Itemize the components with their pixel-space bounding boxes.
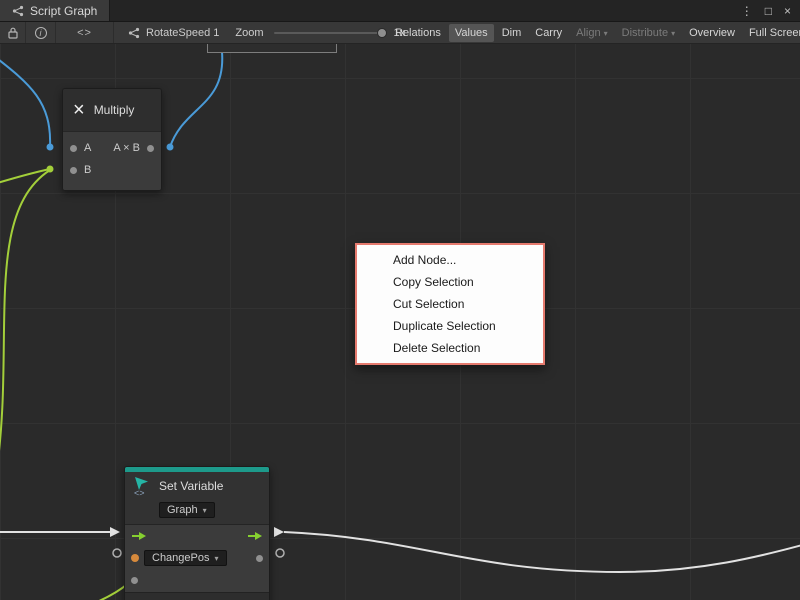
menu-item-copy-selection[interactable]: Copy Selection [357, 271, 543, 293]
align-label: Align [576, 25, 600, 42]
node-title: Multiply [94, 103, 135, 117]
variable-input-port[interactable] [131, 554, 139, 562]
title-bar: Script Graph ⋮ □ × [0, 0, 800, 22]
code-icon: <> [77, 27, 92, 39]
window-controls: ⋮ □ × [741, 0, 800, 21]
relations-button[interactable]: Relations [389, 24, 447, 42]
value-input-row [125, 569, 269, 591]
fullscreen-button[interactable]: Full Screen [743, 24, 800, 42]
flow-in-arrow-icon[interactable] [131, 531, 147, 541]
node-header[interactable]: × Multiply [63, 89, 161, 131]
lock-button[interactable] [0, 22, 26, 43]
context-menu: Add Node... Copy Selection Cut Selection… [355, 243, 545, 365]
port-label-a: A [84, 142, 91, 154]
node-header[interactable]: <> Set Variable [125, 472, 269, 498]
port-dot [47, 166, 54, 173]
node-set-variable[interactable]: <> Set Variable Graph ▾ [124, 466, 270, 600]
flow-arrowhead [274, 527, 284, 537]
set-variable-icon: <> [132, 475, 152, 497]
align-button[interactable]: Align ▾ [570, 24, 613, 42]
code-view-button[interactable]: <> [56, 22, 114, 43]
variable-output-port[interactable] [256, 555, 263, 562]
variable-value-row: ChangePos ▾ [125, 547, 269, 569]
value-port-circle [113, 549, 121, 557]
variable-name: ChangePos [152, 552, 210, 564]
graph-icon [128, 27, 140, 39]
variable-dropdown[interactable]: ChangePos ▾ [144, 550, 227, 566]
node-fragment-top[interactable] [207, 44, 337, 53]
lock-icon [8, 27, 18, 39]
value-port-circle [276, 549, 284, 557]
script-graph-window: Script Graph ⋮ □ × i <> [0, 0, 800, 600]
distribute-button[interactable]: Distribute ▾ [616, 24, 681, 42]
port-label-result: A × B [113, 142, 140, 154]
chevron-down-icon: ▾ [604, 25, 608, 42]
flow-arrowhead [110, 527, 120, 537]
output-port-result[interactable] [147, 145, 154, 152]
dim-button[interactable]: Dim [496, 24, 528, 42]
toolbar-buttons: Relations Values Dim Carry Align ▾ Distr… [388, 22, 800, 44]
graph-toolbar: i <> RotateSpeed 1 Zoom 1x Relations Val… [0, 22, 800, 44]
port-label-b: B [84, 164, 91, 176]
wire-blue-top [170, 52, 222, 147]
port-dot [47, 144, 54, 151]
port-dot [167, 144, 174, 151]
wire-green-left [0, 169, 50, 184]
multiply-icon: × [73, 100, 85, 120]
distribute-label: Distribute [622, 25, 668, 42]
node-multiply[interactable]: × Multiply A A × B B [62, 88, 162, 191]
flow-out-arrow-icon[interactable] [247, 531, 263, 541]
svg-text:<>: <> [134, 488, 145, 497]
menu-item-cut-selection[interactable]: Cut Selection [357, 293, 543, 315]
maximize-icon[interactable]: □ [765, 4, 772, 18]
input-port-a[interactable] [70, 145, 77, 152]
graph-name: RotateSpeed 1 [146, 27, 219, 39]
close-icon[interactable]: × [784, 4, 791, 18]
port-row-a: A A × B [63, 137, 161, 159]
port-row-b: B [63, 159, 161, 181]
wire-blue-left [0, 56, 50, 147]
scope-dropdown[interactable]: Graph ▾ [159, 502, 215, 518]
value-input-port[interactable] [131, 577, 138, 584]
graph-icon [12, 5, 24, 17]
zoom-slider[interactable] [274, 32, 384, 34]
menu-item-delete-selection[interactable]: Delete Selection [357, 337, 543, 359]
values-button[interactable]: Values [449, 24, 494, 42]
menu-item-duplicate-selection[interactable]: Duplicate Selection [357, 315, 543, 337]
menu-item-add-node[interactable]: Add Node... [357, 249, 543, 271]
info-icon: i [35, 27, 47, 39]
node-footer [125, 592, 269, 600]
flow-port-row [125, 525, 269, 547]
chevron-down-icon: ▾ [215, 554, 219, 563]
tab-title: Script Graph [30, 4, 97, 18]
graph-breadcrumb[interactable]: RotateSpeed 1 [128, 27, 219, 39]
inspector-button[interactable]: i [26, 22, 56, 43]
chevron-down-icon: ▾ [671, 25, 675, 42]
wire-green-long [0, 170, 50, 474]
tab-script-graph[interactable]: Script Graph [0, 0, 110, 21]
node-title: Set Variable [159, 479, 223, 493]
variable-scope-row: Graph ▾ [125, 498, 269, 524]
node-body: A A × B B [63, 131, 161, 190]
zoom-label: Zoom [235, 27, 263, 39]
graph-canvas[interactable]: × Multiply A A × B B [0, 44, 800, 600]
zoom-control: Zoom 1x [235, 27, 405, 39]
zoom-slider-thumb[interactable] [377, 28, 387, 38]
overview-button[interactable]: Overview [683, 24, 741, 42]
window-menu-icon[interactable]: ⋮ [741, 4, 753, 18]
carry-button[interactable]: Carry [529, 24, 568, 42]
input-port-b[interactable] [70, 167, 77, 174]
node-body: ChangePos ▾ [125, 524, 269, 600]
chevron-down-icon: ▾ [203, 506, 207, 515]
wire-white-out [284, 532, 800, 572]
scope-label: Graph [167, 504, 198, 516]
